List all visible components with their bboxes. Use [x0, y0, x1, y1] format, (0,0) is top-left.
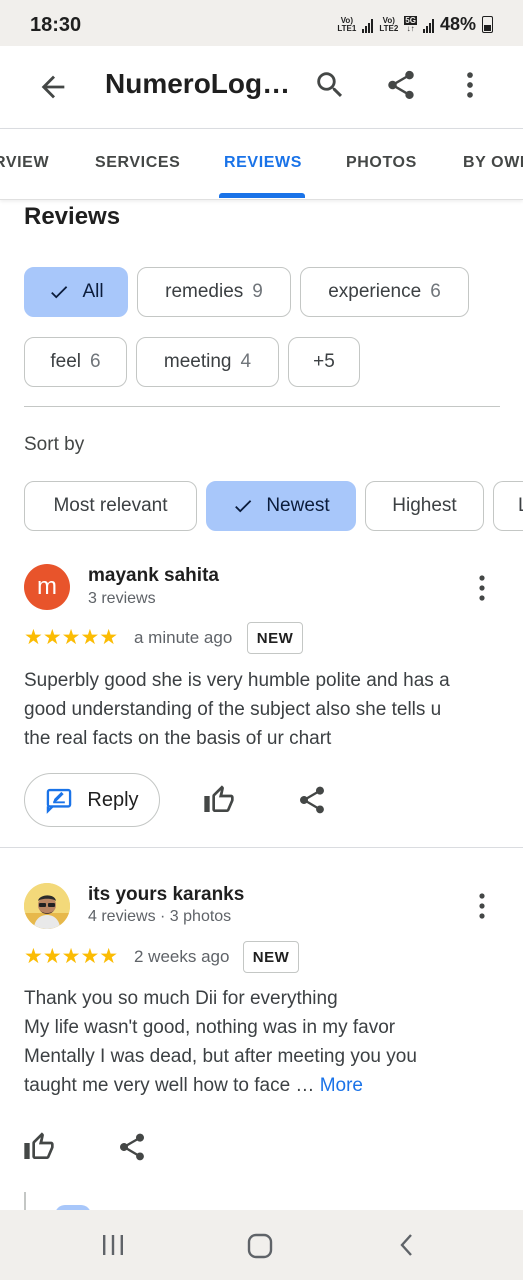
chip-label: Newest — [266, 495, 330, 516]
reviews-heading: Reviews — [24, 203, 121, 230]
share-review-icon[interactable] — [116, 1131, 148, 1163]
reply-label: Reply — [87, 788, 139, 811]
status-bar: 18:30 Vo) LTE1 Vo) LTE2 5G ↓↑ 48% — [0, 0, 523, 46]
review-time: 2 weeks ago — [134, 947, 230, 966]
tab-reviews[interactable]: REVIEWS — [224, 154, 302, 172]
back-arrow-icon[interactable] — [36, 70, 70, 104]
share-icon[interactable] — [384, 68, 418, 102]
review-text-line: Mentally I was dead, but after meeting y… — [24, 1046, 417, 1067]
topic-chip-all[interactable]: All — [24, 267, 128, 317]
review-text-line: Thank you so much Dii for everything — [24, 988, 338, 1009]
owner-response-bar — [24, 1192, 26, 1210]
chip-label: L — [518, 495, 523, 517]
chip-count: 9 — [252, 281, 263, 302]
tab-active-indicator — [219, 193, 305, 198]
tab-bar: RVIEW SERVICES REVIEWS PHOTOS BY OWN — [0, 128, 523, 200]
review-text: Thank you so much Dii for everything My … — [24, 984, 504, 1100]
battery-percent: 48% — [439, 14, 476, 34]
avatar-letter: m — [37, 573, 57, 600]
sim2-indicator: Vo) LTE2 — [379, 15, 399, 33]
chip-label: +5 — [313, 351, 335, 372]
reviewer-name[interactable]: its yours karanks — [88, 884, 244, 906]
chip-label: Most relevant — [53, 495, 168, 516]
signal-icon — [362, 17, 374, 33]
reviewer-meta: 3 reviews — [88, 590, 156, 607]
recent-apps-icon[interactable] — [100, 1232, 126, 1258]
reviewer-name[interactable]: mayank sahita — [88, 565, 219, 587]
topic-chip-more[interactable]: +5 — [288, 337, 360, 387]
sort-highest[interactable]: Highest — [365, 481, 484, 531]
review-text-line: My life wasn't good, nothing was in my f… — [24, 1017, 396, 1038]
sim1-indicator: Vo) LTE1 — [337, 15, 357, 33]
battery-icon — [482, 16, 493, 33]
share-review-icon[interactable] — [296, 784, 328, 816]
review-text-line: taught me very well how to face … More — [24, 1071, 504, 1100]
topic-chip-feel[interactable]: feel 6 — [24, 337, 127, 387]
chip-label: feel — [50, 351, 82, 372]
sort-most-relevant[interactable]: Most relevant — [24, 481, 197, 531]
sort-lowest[interactable]: L — [493, 481, 523, 531]
reviewer-meta: 4 reviews · 3 photos — [88, 908, 232, 925]
star-rating: ★★★★★ — [24, 945, 119, 968]
signal-icon-2 — [422, 17, 434, 33]
tab-services[interactable]: SERVICES — [95, 154, 180, 172]
app-bar: NumeroLog… — [0, 46, 523, 128]
sort-by-label: Sort by — [24, 434, 85, 455]
profile-photo — [24, 883, 70, 929]
network-5g-badge: 5G ↓↑ — [404, 15, 417, 33]
review-text: Superbly good she is very humble polite … — [24, 666, 504, 753]
page-title: NumeroLog… — [105, 68, 291, 99]
avatar[interactable]: m — [24, 564, 70, 610]
chip-count: 6 — [430, 281, 441, 302]
search-icon[interactable] — [313, 68, 347, 102]
topic-chip-meeting[interactable]: meeting 4 — [136, 337, 279, 387]
star-rating: ★★★★★ — [24, 626, 119, 649]
review-more-icon[interactable] — [470, 573, 494, 603]
review-divider — [0, 847, 523, 848]
reply-edit-icon — [47, 788, 72, 814]
reply-button[interactable]: Reply — [24, 773, 160, 827]
more-link[interactable]: More — [320, 1075, 363, 1096]
status-time: 18:30 — [30, 14, 82, 36]
chip-count: 6 — [90, 351, 101, 372]
chip-label: remedies — [165, 281, 244, 302]
topic-chip-remedies[interactable]: remedies 9 — [137, 267, 291, 317]
more-vert-icon[interactable] — [453, 68, 487, 102]
review-more-icon[interactable] — [470, 891, 494, 921]
chip-label: experience — [328, 281, 422, 302]
review-text-line: the real facts on the basis of ur chart — [24, 728, 332, 749]
avatar[interactable] — [24, 883, 70, 929]
topic-chip-experience[interactable]: experience 6 — [300, 267, 469, 317]
chip-count: 4 — [240, 351, 252, 372]
system-nav-bar — [0, 1210, 523, 1280]
thumbs-up-icon[interactable] — [23, 1131, 55, 1163]
tab-photos[interactable]: PHOTOS — [346, 154, 417, 172]
chip-label: Highest — [392, 495, 457, 516]
home-icon[interactable] — [246, 1232, 274, 1260]
section-divider — [24, 406, 500, 407]
new-badge: NEW — [243, 941, 299, 973]
thumbs-up-icon[interactable] — [203, 784, 235, 816]
sort-newest[interactable]: Newest — [206, 481, 356, 531]
review-text-line: Superbly good she is very humble polite … — [24, 670, 450, 691]
check-icon — [235, 500, 252, 513]
new-badge: NEW — [247, 622, 303, 654]
tab-overview[interactable]: RVIEW — [0, 154, 49, 172]
check-icon — [51, 286, 68, 299]
tab-by-owner[interactable]: BY OWN — [463, 154, 523, 172]
status-icons: Vo) LTE1 Vo) LTE2 5G ↓↑ 48% — [337, 14, 493, 35]
back-nav-icon[interactable] — [394, 1232, 420, 1258]
chip-label: meeting — [163, 351, 232, 372]
chip-label: All — [82, 281, 104, 302]
review-time: a minute ago — [134, 628, 233, 647]
review-text-truncated: taught me very well how to face … — [24, 1075, 315, 1096]
review-text-line: good understanding of the subject also s… — [24, 699, 442, 720]
